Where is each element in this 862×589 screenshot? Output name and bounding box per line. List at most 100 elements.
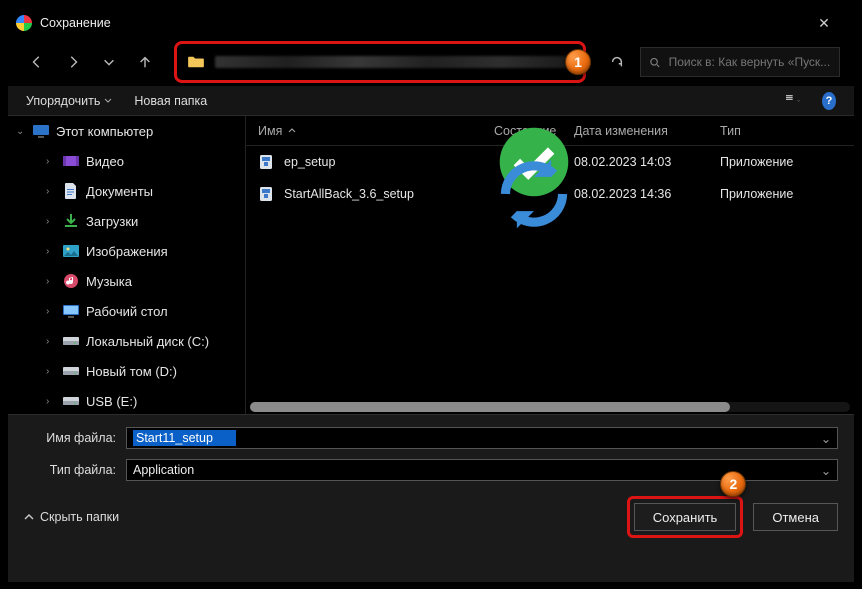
col-date-label: Дата изменения: [574, 124, 668, 138]
window-title: Сохранение: [40, 16, 111, 30]
tree-item-desktop[interactable]: ›Рабочий стол: [8, 296, 245, 326]
chevron-right-icon: ›: [46, 276, 56, 287]
up-button[interactable]: [130, 47, 160, 77]
col-date[interactable]: Дата изменения: [574, 124, 720, 138]
col-type-label: Тип: [720, 124, 741, 138]
tree-item-disk[interactable]: › Новый том (D:): [8, 356, 245, 386]
address-path-blurred: [215, 56, 573, 68]
cancel-label: Отмена: [772, 510, 819, 525]
new-folder-button[interactable]: Новая папка: [128, 90, 213, 112]
file-name: StartAllBack_3.6_setup: [284, 187, 414, 201]
chevron-right-icon: ›: [46, 336, 56, 347]
tree-item-label: Локальный диск (C:): [86, 334, 209, 349]
horizontal-scrollbar[interactable]: [246, 400, 854, 414]
search-box[interactable]: [640, 47, 840, 77]
disk-icon: [62, 333, 80, 349]
chevron-right-icon: ›: [46, 216, 56, 227]
doc-icon: [62, 183, 80, 199]
chevron-right-icon: ›: [46, 246, 56, 257]
chevron-down-icon[interactable]: ⌄: [817, 428, 835, 448]
col-name[interactable]: Имя: [258, 124, 494, 138]
titlebar: Сохранение ✕: [8, 8, 854, 38]
filename-input[interactable]: [133, 430, 236, 446]
save-highlight: Сохранить 2: [627, 496, 744, 538]
chevron-up-icon: [24, 512, 34, 522]
disk-icon: [62, 363, 80, 379]
help-icon: ?: [822, 92, 836, 110]
refresh-button[interactable]: [600, 47, 634, 77]
tree-item-label: Музыка: [86, 274, 132, 289]
chevron-right-icon: ›: [46, 396, 56, 407]
file-type: Приложение: [720, 155, 840, 169]
new-folder-label: Новая папка: [134, 94, 207, 108]
pc-icon: [32, 123, 50, 139]
tree-item-label: Изображения: [86, 244, 168, 259]
tree-item-image[interactable]: › Изображения: [8, 236, 245, 266]
body: ⌄ Этот компьютер › Видео › Документы › Загруз…: [8, 116, 854, 414]
filename-field[interactable]: ⌄: [126, 427, 838, 449]
chevron-right-icon: ›: [46, 186, 56, 197]
chevron-down-icon: ⌄: [16, 126, 26, 137]
folder-icon: [187, 55, 205, 69]
callout-marker-1: 1: [565, 49, 591, 75]
sort-asc-icon: [288, 127, 296, 135]
tree-root-this-pc[interactable]: ⌄ Этот компьютер: [8, 116, 245, 146]
chevron-down-icon[interactable]: ⌄: [817, 460, 835, 480]
tree-item-label: Загрузки: [86, 214, 138, 229]
tree-label: Этот компьютер: [56, 124, 153, 139]
save-button[interactable]: Сохранить: [634, 503, 737, 531]
tree-item-download[interactable]: › Загрузки: [8, 206, 245, 236]
tree-item-music[interactable]: › Музыка: [8, 266, 245, 296]
nav-row: 1: [8, 38, 854, 86]
tree-item-doc[interactable]: › Документы: [8, 176, 245, 206]
help-button[interactable]: ?: [816, 88, 842, 114]
forward-button[interactable]: [58, 47, 88, 77]
footer: Скрыть папки Сохранить 2 Отмена: [8, 491, 854, 543]
close-button[interactable]: ✕: [802, 8, 846, 38]
tree-item-label: Видео: [86, 154, 124, 169]
tree-item-label: Документы: [86, 184, 153, 199]
col-type[interactable]: Тип: [720, 124, 840, 138]
disk-icon: [62, 393, 80, 409]
chevron-right-icon: ›: [46, 156, 56, 167]
chrome-icon: [16, 15, 32, 31]
cancel-button[interactable]: Отмена: [753, 503, 838, 531]
file-list: Имя Состояние Дата изменения Тип ep_setu…: [246, 116, 854, 414]
callout-marker-2: 2: [720, 471, 746, 497]
address-bar[interactable]: 1: [174, 41, 586, 83]
save-dialog: Сохранение ✕ 1 Упорядочить Новая: [8, 8, 854, 582]
app-file-icon: [258, 186, 276, 202]
chevron-right-icon: ›: [46, 306, 56, 317]
file-row[interactable]: StartAllBack_3.6_setup 08.02.2023 14:36Пр…: [246, 178, 854, 210]
tree-item-label: USB (E:): [86, 394, 137, 409]
image-icon: [62, 243, 80, 259]
scrollbar-thumb[interactable]: [250, 402, 730, 412]
view-button[interactable]: [780, 91, 806, 111]
file-date: 08.02.2023 14:36: [574, 187, 720, 201]
tree-item-disk[interactable]: › USB (E:): [8, 386, 245, 414]
tree-item-video[interactable]: › Видео: [8, 146, 245, 176]
video-icon: [62, 153, 80, 169]
nav-tree: ⌄ Этот компьютер › Видео › Документы › Загруз…: [8, 116, 246, 414]
tree-item-disk[interactable]: › Локальный диск (C:): [8, 326, 245, 356]
toolbar: Упорядочить Новая папка ?: [8, 86, 854, 116]
file-type: Приложение: [720, 187, 840, 201]
recent-button[interactable]: [94, 47, 124, 77]
file-date: 08.02.2023 14:03: [574, 155, 720, 169]
view-icon: [786, 95, 793, 107]
tree-item-label: Новый том (D:): [86, 364, 177, 379]
save-label: Сохранить: [653, 510, 718, 525]
file-name: ep_setup: [284, 155, 335, 169]
search-input[interactable]: [669, 55, 831, 69]
filename-label: Имя файла:: [24, 431, 116, 445]
hide-folders-button[interactable]: Скрыть папки: [24, 510, 119, 524]
chevron-down-icon: [797, 97, 800, 105]
hide-folders-label: Скрыть папки: [40, 510, 119, 524]
chevron-right-icon: ›: [46, 366, 56, 377]
organize-button[interactable]: Упорядочить: [20, 90, 118, 112]
download-icon: [62, 213, 80, 229]
back-button[interactable]: [22, 47, 52, 77]
filetype-row: Тип файла: ⌄: [24, 459, 838, 481]
col-name-label: Имя: [258, 124, 282, 138]
desktop-icon: [62, 303, 80, 319]
